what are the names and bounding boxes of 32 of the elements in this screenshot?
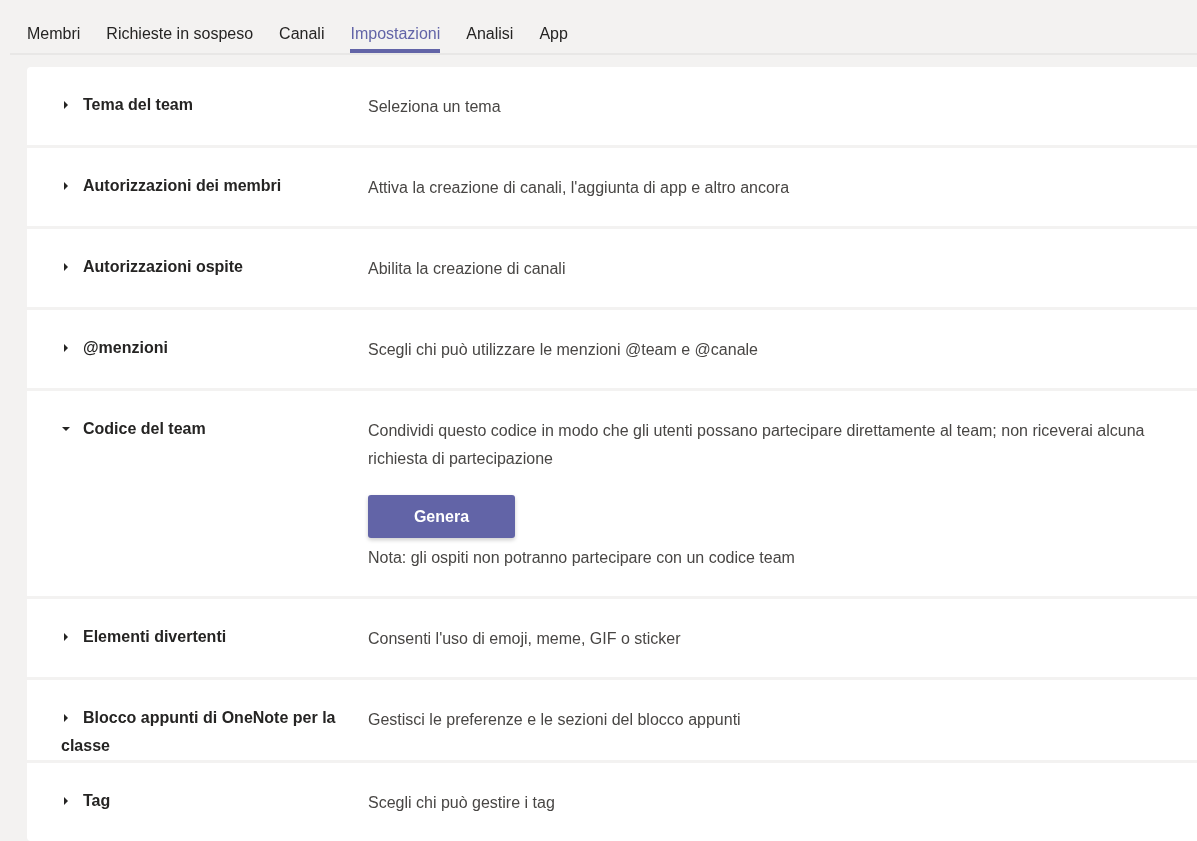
section-header[interactable]: Elementi divertenti (27, 599, 345, 677)
section-header[interactable]: Tag (27, 763, 345, 841)
section-header[interactable]: Autorizzazioni ospite (27, 229, 345, 307)
tab[interactable]: Membri (27, 13, 81, 53)
caret-icon (61, 713, 71, 723)
caret-icon (61, 343, 71, 353)
tab[interactable]: App (539, 13, 568, 53)
tab[interactable]: Richieste in sospeso (106, 13, 254, 53)
section-description: Seleziona un tema (368, 97, 501, 117)
section-description: Scegli chi può utilizzare le menzioni @team e @canale (368, 340, 758, 360)
tab[interactable]: Analisi (466, 13, 514, 53)
section-description: Consenti l'uso di emoji, meme, GIF o sticker (368, 629, 681, 649)
section-header[interactable]: Codice del team (27, 391, 345, 596)
section-header[interactable]: Blocco appunti di OneNote per la classe (27, 680, 345, 760)
section-description: Gestisci le preferenze e le sezioni del blocco appunti (368, 710, 741, 730)
caret-icon (61, 100, 71, 110)
caret-icon (61, 796, 71, 806)
generate-button[interactable]: Genera (368, 495, 515, 538)
caret-icon (61, 424, 71, 434)
caret-icon (61, 632, 71, 642)
section-header[interactable]: @menzioni (27, 310, 345, 388)
section-header[interactable]: Tema del team (27, 67, 345, 145)
note-text: Nota: gli ospiti non potranno partecipare con un codice team (368, 548, 795, 568)
tab[interactable]: Impostazioni (350, 13, 441, 53)
section-description: Scegli chi può gestire i tag (368, 793, 555, 813)
tab[interactable]: Canali (279, 13, 325, 53)
section-description: Condividi questo codice in modo che gli utenti possano partecipare direttamente al team; non riceverai alcuna richiesta di partecipazione (368, 421, 1146, 469)
section-description: Attiva la creazione di canali, l'aggiunta di app e altro ancora (368, 178, 790, 198)
caret-icon (61, 262, 71, 272)
caret-icon (61, 181, 71, 191)
section-description: Abilita la creazione di canali (368, 259, 566, 279)
section-header[interactable]: Autorizzazioni dei membri (27, 148, 345, 226)
